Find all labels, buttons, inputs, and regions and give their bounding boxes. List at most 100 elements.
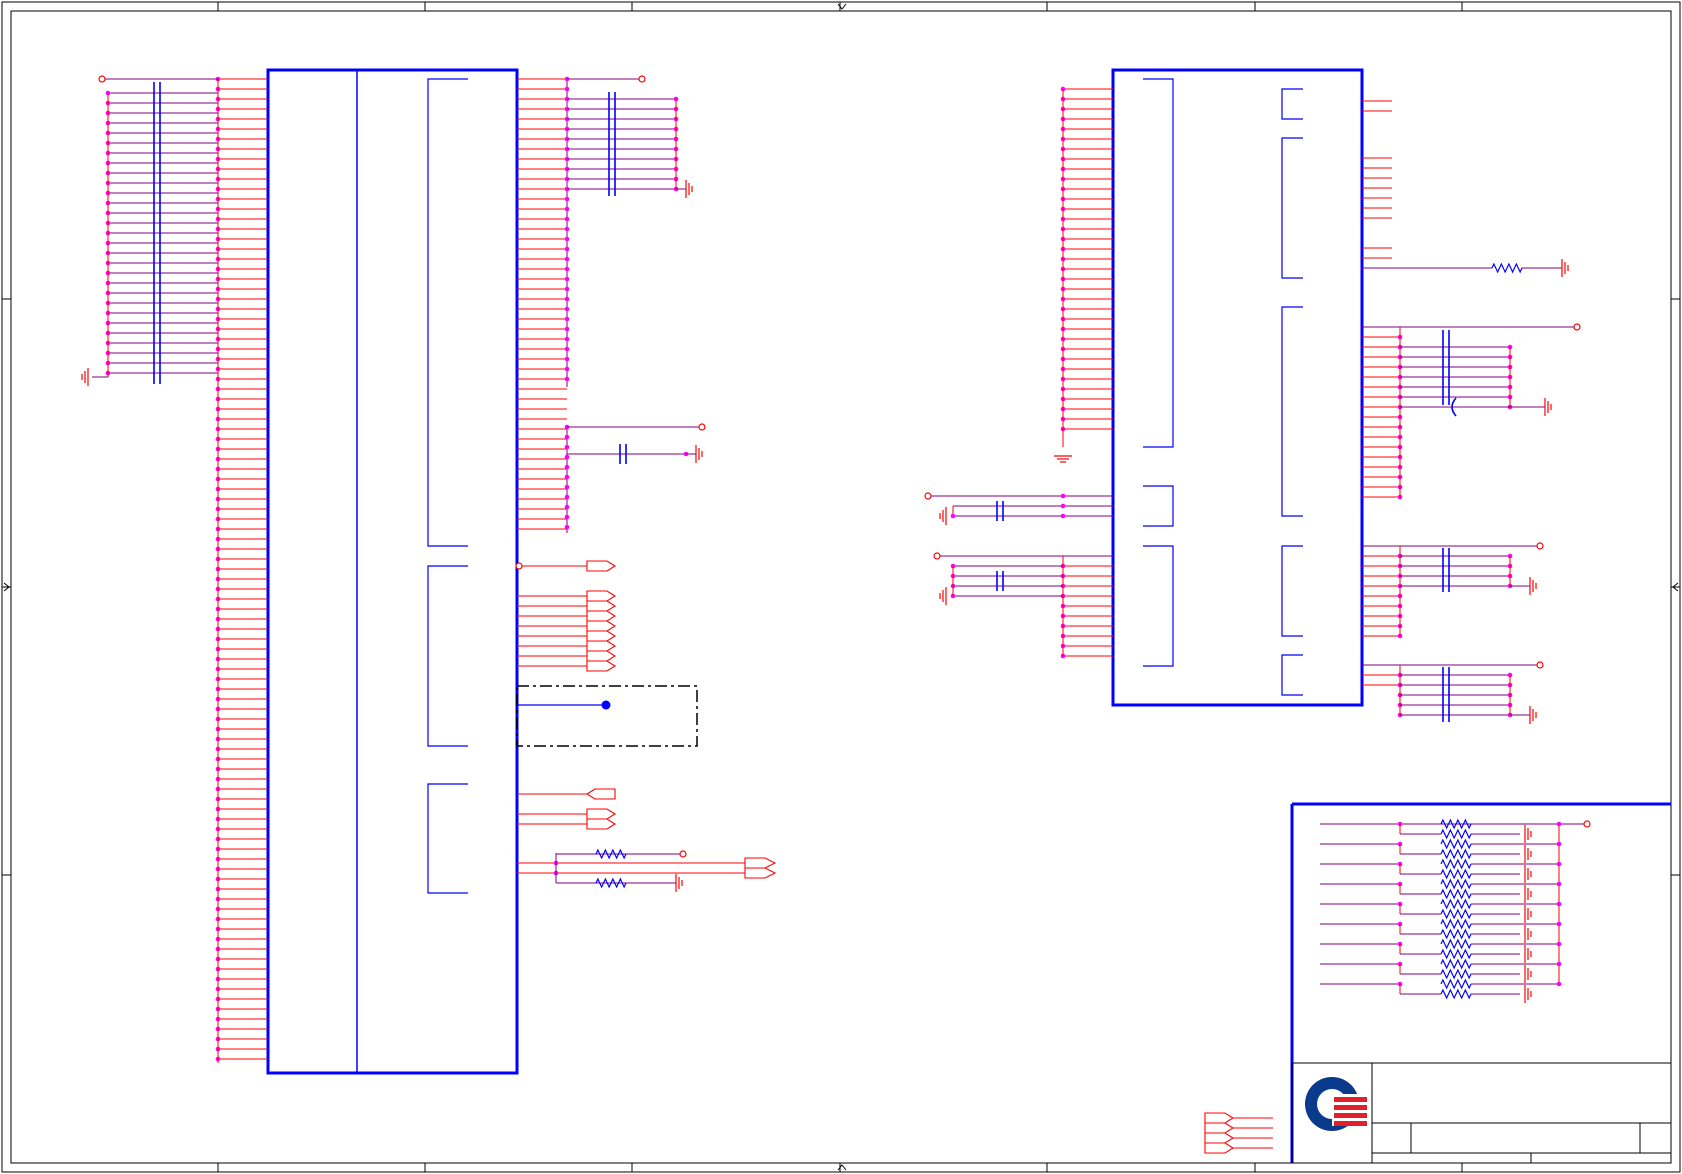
offpage-connector <box>1204 1132 1235 1144</box>
zone-ticks <box>2 2 1680 1172</box>
vdd2-port <box>698 423 706 431</box>
schematic-canvas <box>1 1 1681 1173</box>
resistor <box>1440 908 1472 920</box>
junction-dot <box>564 196 570 202</box>
junction-dot <box>564 346 570 352</box>
offpage-connector <box>586 630 617 642</box>
pin-group-bracket <box>427 783 468 894</box>
pll-port <box>924 492 932 500</box>
resistor <box>1440 918 1472 930</box>
offpage-connector <box>586 808 617 820</box>
ic-left-power-pins <box>215 76 268 1063</box>
junction-dot <box>1556 901 1562 907</box>
offpage-connector <box>1204 1122 1235 1134</box>
ic-left-pin-groups <box>427 78 468 894</box>
pin-group-bracket <box>427 78 468 547</box>
offpage-connector <box>586 650 617 662</box>
pin-group-bracket <box>1281 654 1303 696</box>
junction-dot <box>1556 961 1562 967</box>
pin-group-bracket <box>1281 545 1303 637</box>
junction-dot <box>564 236 570 242</box>
vdd-port <box>638 75 646 83</box>
ic-right-part <box>1111 68 1364 707</box>
offpage-connector <box>744 857 777 869</box>
offpage-connector <box>586 610 617 622</box>
offpage-connector <box>586 600 617 612</box>
resistor <box>1440 968 1472 980</box>
offpage-connector <box>585 788 616 800</box>
signal-port <box>515 562 523 570</box>
resistor <box>1440 838 1472 850</box>
junction-dot <box>564 316 570 322</box>
junction-dot <box>1060 503 1066 509</box>
resistor <box>1440 868 1472 880</box>
junction-dot <box>564 336 570 342</box>
vdd-port <box>1536 542 1544 550</box>
pin-group-bracket <box>1143 545 1174 667</box>
junction-dot <box>1060 513 1066 519</box>
junction-dot <box>1556 841 1562 847</box>
junction-dot <box>564 356 570 362</box>
junction-dot <box>564 206 570 212</box>
resistor <box>1440 848 1472 860</box>
resistor <box>1440 888 1472 900</box>
pullup-port <box>679 850 687 858</box>
junction-dot <box>564 524 570 530</box>
vdd-port <box>1573 323 1581 331</box>
test-point <box>601 700 611 710</box>
optional-region-dashed-box <box>516 685 698 747</box>
offpage-connector <box>586 560 617 572</box>
junction-dot <box>564 86 570 92</box>
junction-dot <box>950 513 956 519</box>
pll-port <box>933 552 941 560</box>
junction-dot <box>1556 881 1562 887</box>
resistor <box>1440 928 1472 940</box>
pin-group-bracket <box>1143 485 1174 527</box>
resistor-array <box>1320 818 1591 1003</box>
junction-dot <box>564 276 570 282</box>
junction-dot <box>564 216 570 222</box>
vdd-port <box>1536 661 1544 669</box>
resistor <box>1440 878 1472 890</box>
resistor <box>1440 988 1472 1000</box>
junction-dot <box>564 366 570 372</box>
resistor <box>1440 938 1472 950</box>
junction-dot <box>564 434 570 440</box>
junction-dot <box>564 286 570 292</box>
offpage-connector <box>1204 1142 1235 1154</box>
pullup-port <box>1583 820 1591 828</box>
left-decoupling-network <box>81 75 218 386</box>
ic-left-part <box>266 68 519 1075</box>
resistor <box>1440 958 1472 970</box>
drawing-frame <box>1 1 1681 1173</box>
offpage-connector <box>586 590 617 602</box>
junction-dot <box>564 226 570 232</box>
junction-dot <box>1556 921 1562 927</box>
resistor <box>1440 858 1472 870</box>
junction-dot <box>564 474 570 480</box>
offpage-connector <box>1204 1112 1235 1124</box>
pin-group-bracket <box>1143 78 1174 448</box>
resistor <box>1440 948 1472 960</box>
junction-dot <box>1556 981 1562 987</box>
junction-dot <box>564 454 570 460</box>
offpage-connector <box>586 640 617 652</box>
junction-dot <box>564 306 570 312</box>
offpage-connector <box>744 867 777 879</box>
junction-dot <box>1556 821 1562 827</box>
pin-group-bracket <box>1281 306 1303 517</box>
quanta-logo-icon <box>1305 1077 1367 1131</box>
schematic-sheet <box>0 0 1682 1174</box>
junction-dot <box>564 484 570 490</box>
junction-dot <box>564 266 570 272</box>
resistor <box>1491 262 1523 274</box>
junction-dot <box>564 376 570 382</box>
pin-group-bracket <box>427 565 468 747</box>
junction-dot <box>564 256 570 262</box>
junction-dot <box>564 246 570 252</box>
pin-group-bracket <box>1281 88 1303 120</box>
junction-dot <box>1556 861 1562 867</box>
junction-dot <box>564 504 570 510</box>
pin-group-bracket <box>1281 137 1303 279</box>
ic-left-signal-pins <box>515 75 777 892</box>
